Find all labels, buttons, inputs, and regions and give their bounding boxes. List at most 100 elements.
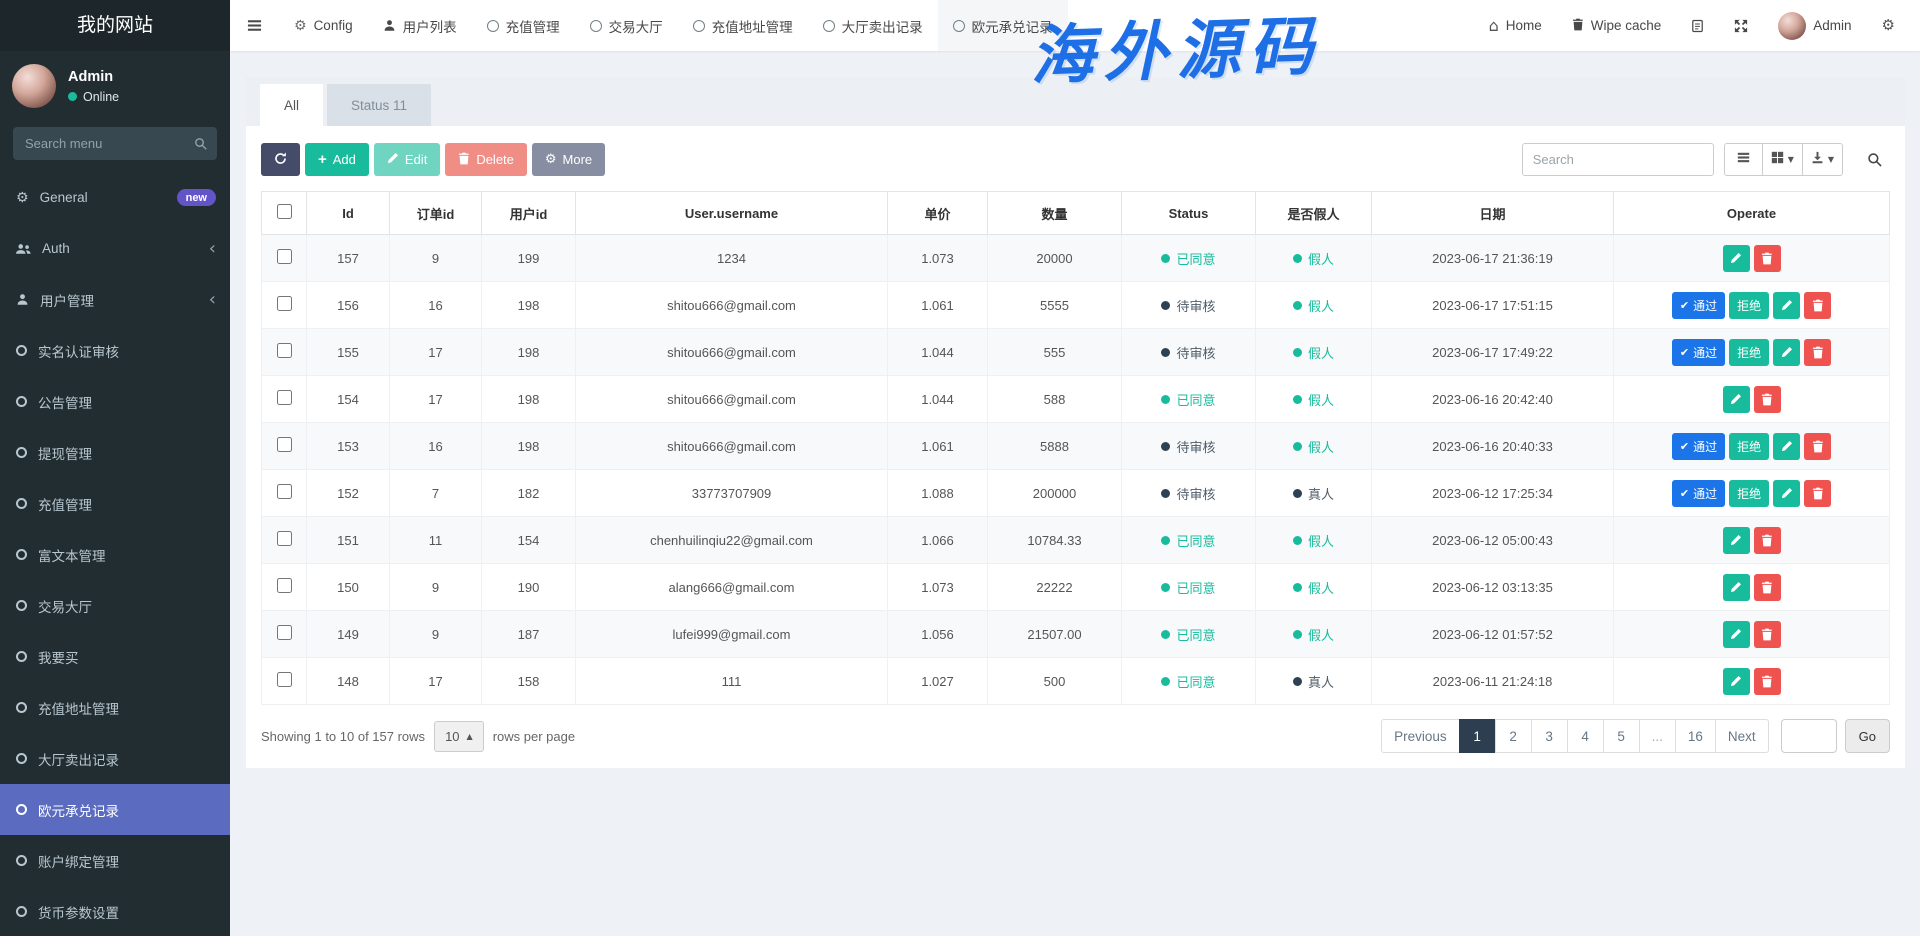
row-delete-button[interactable] [1754, 386, 1781, 413]
row-edit-button[interactable] [1723, 621, 1750, 648]
row-delete-button[interactable] [1804, 292, 1831, 319]
topnav-item[interactable]: 大厅卖出记录 [808, 0, 938, 51]
wipe-cache-button[interactable]: Wipe cache [1557, 18, 1677, 34]
row-checkbox[interactable] [277, 390, 292, 405]
table-search-input[interactable] [1522, 143, 1714, 176]
page-button-1[interactable]: 1 [1459, 719, 1496, 753]
row-checkbox[interactable] [277, 296, 292, 311]
table-search [1522, 143, 1714, 176]
edit-button[interactable]: Edit [374, 143, 440, 176]
reject-button[interactable]: 拒绝 [1729, 480, 1769, 507]
sidebar-item[interactable]: 货币参数设置 [0, 886, 230, 936]
row-checkbox[interactable] [277, 531, 292, 546]
order-id-cell: 7 [390, 470, 482, 517]
sidebar-item[interactable]: 公告管理 [0, 376, 230, 427]
row-checkbox[interactable] [277, 672, 292, 687]
settings-gears-icon[interactable]: ⚙ [1867, 18, 1910, 33]
row-edit-button[interactable] [1723, 386, 1750, 413]
row-edit-button[interactable] [1723, 668, 1750, 695]
language-icon[interactable] [1676, 19, 1719, 33]
export-button[interactable]: ▼ [1802, 143, 1843, 176]
row-checkbox[interactable] [277, 249, 292, 264]
row-delete-button[interactable] [1804, 480, 1831, 507]
topnav-item[interactable]: 欧元承兑记录 [938, 0, 1068, 51]
row-delete-button[interactable] [1754, 621, 1781, 648]
topnav-item[interactable]: 交易大厅 [575, 0, 678, 51]
person-cell: 假人 [1256, 564, 1372, 611]
topnav-item[interactable]: 充值管理 [472, 0, 575, 51]
sidebar-item[interactable]: 充值地址管理 [0, 682, 230, 733]
row-edit-button[interactable] [1723, 574, 1750, 601]
select-all-checkbox[interactable] [277, 204, 292, 219]
approve-button[interactable]: ✔通过 [1672, 433, 1725, 460]
approve-button[interactable]: ✔通过 [1672, 292, 1725, 319]
refresh-button[interactable] [261, 143, 300, 176]
row-checkbox[interactable] [277, 437, 292, 452]
search-toggle-button[interactable] [1867, 152, 1890, 167]
row-edit-button[interactable] [1723, 527, 1750, 554]
home-link[interactable]: ⌂ Home [1474, 18, 1557, 34]
reject-button[interactable]: 拒绝 [1729, 433, 1769, 460]
row-edit-button[interactable] [1773, 339, 1800, 366]
row-edit-button[interactable] [1773, 433, 1800, 460]
page-size-dropdown[interactable]: 10 ▲ [434, 721, 484, 752]
sidebar-item[interactable]: 用户管理‹ [0, 274, 230, 325]
more-button[interactable]: ⚙ More [532, 143, 605, 176]
add-button[interactable]: + Add [305, 143, 369, 176]
page-button-previous[interactable]: Previous [1381, 719, 1460, 753]
check-icon: ✔ [1680, 300, 1689, 311]
tab-all[interactable]: All [260, 84, 323, 126]
fullscreen-icon[interactable] [1719, 19, 1763, 33]
row-edit-button[interactable] [1723, 245, 1750, 272]
reject-button[interactable]: 拒绝 [1729, 339, 1769, 366]
sidebar-item[interactable]: 实名认证审核 [0, 325, 230, 376]
row-checkbox[interactable] [277, 625, 292, 640]
page-button-16[interactable]: 16 [1675, 719, 1716, 753]
go-button[interactable]: Go [1845, 719, 1890, 753]
toggle-view-button[interactable] [1724, 143, 1763, 176]
row-delete-button[interactable] [1804, 339, 1831, 366]
delete-button[interactable]: Delete [445, 143, 527, 176]
page-button-2[interactable]: 2 [1495, 719, 1532, 753]
approve-button[interactable]: ✔通过 [1672, 339, 1725, 366]
row-delete-button[interactable] [1754, 245, 1781, 272]
date-cell: 2023-06-17 17:51:15 [1372, 282, 1614, 329]
topnav-item[interactable]: 用户列表 [368, 0, 472, 51]
approve-button[interactable]: ✔通过 [1672, 480, 1725, 507]
sidebar-search-input[interactable] [13, 127, 217, 160]
page-button-5[interactable]: 5 [1603, 719, 1640, 753]
status-badge: 假人 [1293, 437, 1334, 456]
tab-status-11[interactable]: Status 11 [327, 84, 431, 126]
reject-button[interactable]: 拒绝 [1729, 292, 1769, 319]
topnav-item[interactable]: ⚙Config [279, 0, 368, 51]
topnav-item[interactable]: 充值地址管理 [678, 0, 808, 51]
search-icon[interactable] [194, 137, 207, 155]
columns-button[interactable]: ▼ [1762, 143, 1803, 176]
row-checkbox[interactable] [277, 578, 292, 593]
sidebar-item[interactable]: 富文本管理 [0, 529, 230, 580]
row-delete-button[interactable] [1754, 527, 1781, 554]
page-button-4[interactable]: 4 [1567, 719, 1604, 753]
admin-menu[interactable]: Admin [1763, 12, 1866, 40]
row-delete-button[interactable] [1754, 668, 1781, 695]
page-button-3[interactable]: 3 [1531, 719, 1568, 753]
row-delete-button[interactable] [1754, 574, 1781, 601]
sidebar-item[interactable]: 欧元承兑记录 [0, 784, 230, 835]
hamburger-icon[interactable] [230, 0, 279, 51]
sidebar-item[interactable]: 充值管理 [0, 478, 230, 529]
row-edit-button[interactable] [1773, 480, 1800, 507]
sidebar-item[interactable]: 账户绑定管理 [0, 835, 230, 886]
sidebar-item[interactable]: ⚙Generalnew [0, 172, 230, 223]
sidebar-item[interactable]: 大厅卖出记录 [0, 733, 230, 784]
goto-page-input[interactable] [1781, 719, 1837, 753]
sidebar-item[interactable]: 我要买 [0, 631, 230, 682]
row-delete-button[interactable] [1804, 433, 1831, 460]
sidebar-item[interactable]: 交易大厅 [0, 580, 230, 631]
sidebar-item[interactable]: Auth‹ [0, 223, 230, 274]
sidebar-item[interactable]: 提现管理 [0, 427, 230, 478]
row-edit-button[interactable] [1773, 292, 1800, 319]
row-checkbox[interactable] [277, 343, 292, 358]
username-cell: shitou666@gmail.com [576, 329, 888, 376]
row-checkbox[interactable] [277, 484, 292, 499]
page-button-next[interactable]: Next [1715, 719, 1769, 753]
